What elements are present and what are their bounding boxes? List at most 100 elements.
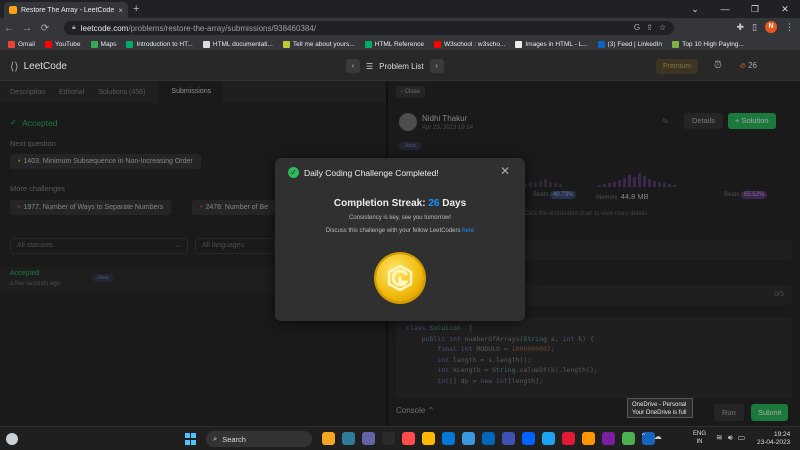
bookmark-item[interactable]: Introduction to HT... <box>126 40 193 48</box>
network-volume-battery[interactable]: ≋ 🔊︎ ▭ <box>716 433 745 443</box>
share-icon[interactable]: ⇪ <box>646 23 653 32</box>
leetcode-logo-icon: ⟨⟩ <box>10 61 19 73</box>
taskbar-clock[interactable]: 19:24 23-04-2023 <box>757 431 790 447</box>
bookmark-item[interactable]: HTML documentati... <box>202 40 273 48</box>
taskbar-app-icon[interactable] <box>322 432 335 445</box>
challenge-completed-modal: ✓ Daily Coding Challenge Completed! ✕ Co… <box>275 158 525 321</box>
sidebar-icon[interactable]: ▯ <box>752 22 757 33</box>
address-bar-row: ← → ⟳ 🔒︎ leetcode.com/problems/restore-t… <box>0 18 800 38</box>
bookmark-star-icon[interactable]: ☆ <box>659 23 666 32</box>
taskbar-app-icon[interactable] <box>342 432 355 445</box>
bookmark-label: (3) Feed | LinkedIn <box>607 40 663 48</box>
taskbar-app-icon[interactable] <box>482 432 495 445</box>
taskbar-app-icon[interactable] <box>582 432 595 445</box>
problem-list-link[interactable]: Problem List <box>379 62 423 71</box>
taskbar-app-icon[interactable] <box>422 432 435 445</box>
next-problem-icon[interactable]: › <box>429 59 444 73</box>
extensions-puzzle-icon[interactable]: ✚ <box>737 22 745 33</box>
taskbar-app-icon[interactable] <box>622 432 635 445</box>
discuss-link[interactable]: here <box>462 228 474 234</box>
taskbar-app-icon[interactable] <box>502 432 515 445</box>
onedrive-icon[interactable]: ☁︎ <box>654 432 662 441</box>
reload-icon[interactable]: ⟳ <box>36 23 54 34</box>
bookmark-favicon-icon <box>202 40 210 48</box>
browser-tabstrip: Restore The Array - LeetCode × + ⌄ — ❐ ✕ <box>0 0 800 18</box>
bookmark-favicon-icon <box>126 40 134 48</box>
bookmark-item[interactable]: (3) Feed | LinkedIn <box>597 40 663 48</box>
windows-start-icon[interactable] <box>185 433 197 445</box>
tab-close-icon[interactable]: × <box>118 6 123 15</box>
language-indicator[interactable]: ENG IN <box>693 431 706 446</box>
bookmark-label: Images in HTML - L... <box>525 40 588 48</box>
prev-problem-icon[interactable]: ‹ <box>346 59 360 73</box>
problem-list-icon: ☰ <box>366 61 374 71</box>
check-circle-icon: ✓ <box>288 167 299 178</box>
bookmark-label: Maps <box>100 40 117 48</box>
bookmark-item[interactable]: Maps <box>90 40 117 48</box>
bookmark-item[interactable]: Images in HTML - L... <box>515 40 588 48</box>
bookmark-label: Introduction to HT... <box>136 40 193 48</box>
wifi-icon: ≋ <box>716 433 723 442</box>
menu-kebab-icon[interactable]: ⋮ <box>785 22 794 33</box>
back-arrow-icon[interactable]: ← <box>0 23 18 34</box>
bookmark-item[interactable]: HTML Reference <box>364 40 424 48</box>
leetcode-logo[interactable]: ⟨⟩ LeetCode <box>10 60 67 73</box>
bookmark-item[interactable]: YouTube <box>44 40 81 48</box>
browser-tab-active[interactable]: Restore The Array - LeetCode × <box>4 2 128 18</box>
search-icon: ⌕ <box>213 434 218 443</box>
tab-search-icon[interactable]: ⌄ <box>680 0 710 18</box>
bookmarks-bar: Gmail YouTube Maps Introduction to HT... HTM… <box>0 38 800 51</box>
tab-title: Restore The Array - LeetCode <box>21 6 115 14</box>
bookmark-label: Tell me about yours... <box>292 40 355 48</box>
taskbar-app-icon[interactable] <box>402 432 415 445</box>
bookmark-favicon-icon <box>90 40 98 48</box>
url-field[interactable]: 🔒︎ leetcode.com/problems/restore-the-arr… <box>64 21 674 35</box>
onedrive-tooltip: OneDrive - Personal Your OneDrive is ful… <box>627 398 693 418</box>
minimize-button[interactable]: — <box>710 0 740 18</box>
bookmark-item[interactable]: Top 10 High Paying... <box>672 40 744 48</box>
new-tab-button[interactable]: + <box>133 3 139 15</box>
gold-coin-badge-icon <box>376 254 424 302</box>
bookmark-favicon-icon <box>364 40 372 48</box>
taskbar-app-icon[interactable] <box>522 432 535 445</box>
taskbar-app-icon[interactable] <box>542 432 555 445</box>
consistency-message: Consistency is key, see you tomorrow! <box>349 215 451 221</box>
problem-list-nav: ‹ ☰ Problem List › <box>346 59 444 73</box>
modal-close-icon[interactable]: ✕ <box>500 164 510 178</box>
taskbar-app-icon[interactable] <box>602 432 615 445</box>
taskbar-app-icon[interactable] <box>462 432 475 445</box>
taskbar-apps <box>322 432 655 445</box>
taskbar-search[interactable]: ⌕ Search <box>206 431 312 447</box>
taskbar-app-icon[interactable] <box>362 432 375 445</box>
window-controls: ⌄ — ❐ ✕ <box>680 0 800 18</box>
tray-overflow-icon[interactable]: ⌃ <box>640 432 647 441</box>
close-window-button[interactable]: ✕ <box>770 0 800 18</box>
bookmark-item[interactable]: Gmail <box>8 40 35 48</box>
bookmark-favicon-icon <box>515 40 523 48</box>
omnibox-icons: G ⇪ ☆ <box>634 23 666 32</box>
premium-button[interactable]: Premium <box>656 59 698 74</box>
bookmark-label: HTML documentati... <box>212 40 273 48</box>
onedrive-line1: OneDrive - Personal <box>632 402 687 408</box>
bookmark-favicon-icon <box>597 40 605 48</box>
extensions-area: ✚ ▯ N ⋮ <box>737 21 794 33</box>
windows-taskbar: ⌕ Search ⌃ ☁︎ ENG IN ≋ 🔊︎ ▭ 19:24 23-04-… <box>0 426 800 450</box>
bookmark-item[interactable]: Tell me about yours... <box>282 40 355 48</box>
taskbar-app-icon[interactable] <box>562 432 575 445</box>
taskbar-app-icon[interactable] <box>382 432 395 445</box>
streak-counter[interactable]: 🔥︎ 26 <box>740 61 757 71</box>
weather-widget-icon[interactable] <box>6 433 18 445</box>
maximize-button[interactable]: ❐ <box>740 0 770 18</box>
profile-avatar[interactable]: N <box>765 21 777 33</box>
timer-icon[interactable]: ⏰︎ <box>714 60 722 71</box>
streak-days-value: 26 <box>428 198 440 209</box>
fire-icon: 🔥︎ <box>740 61 746 70</box>
bookmark-favicon-icon <box>672 40 680 48</box>
url-text: leetcode.com/problems/restore-the-array/… <box>80 23 316 33</box>
bookmark-item[interactable]: W3school : w3scho... <box>433 40 505 48</box>
forward-arrow-icon[interactable]: → <box>18 23 36 34</box>
taskbar-app-icon[interactable] <box>442 432 455 445</box>
search-label: Search <box>222 434 246 444</box>
onedrive-line2: Your OneDrive is full <box>632 410 687 416</box>
google-lens-icon[interactable]: G <box>634 23 640 32</box>
